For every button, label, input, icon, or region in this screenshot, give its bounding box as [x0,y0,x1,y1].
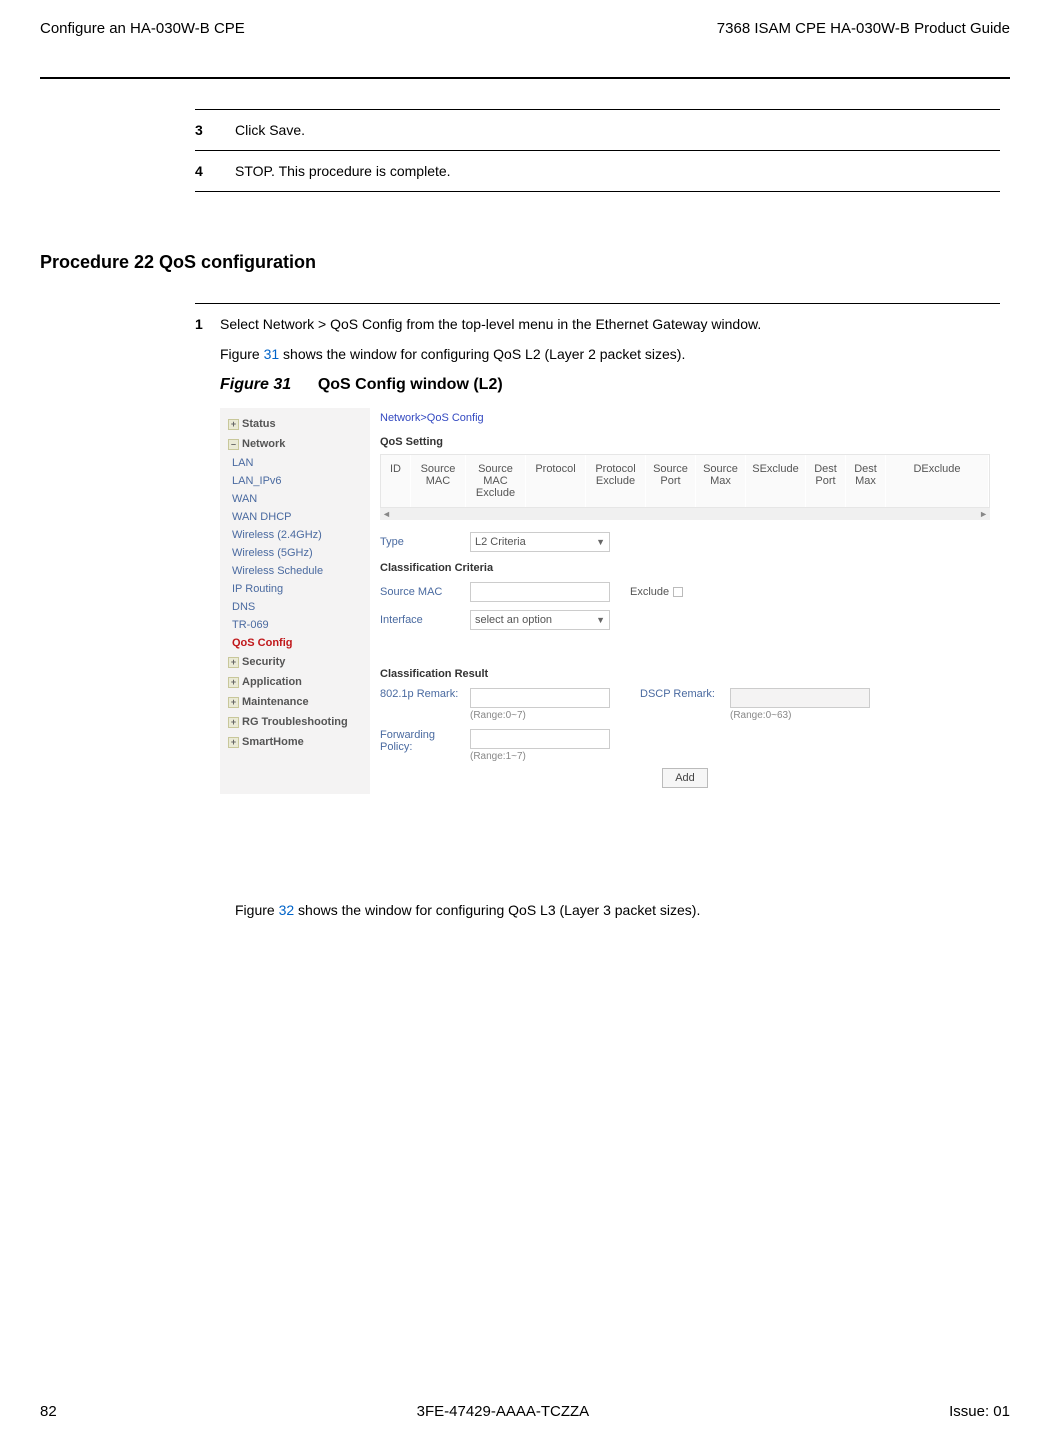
classification-criteria-title: Classification Criteria [380,562,990,574]
step-text: Select Network > QoS Config from the top… [220,316,1000,332]
sidebar-item-wan-dhcp[interactable]: WAN DHCP [220,508,370,526]
sidebar-item-smarthome[interactable]: +SmartHome [220,732,370,752]
step-text: Click Save. [235,122,1000,138]
interface-select[interactable]: select an option ▼ [470,610,610,630]
dscp-input[interactable] [730,688,870,708]
add-button[interactable]: Add [662,768,708,788]
chevron-down-icon: ▼ [596,537,605,547]
forwarding-policy-input[interactable] [470,729,610,749]
sidebar-item-qos-config[interactable]: QoS Config [220,634,370,652]
figure-link-31[interactable]: 31 [264,346,280,362]
col-id: ID [381,455,411,507]
col-protocol-excl: Protocol Exclude [586,455,646,507]
page-number: 82 [40,1403,57,1420]
figure-32-text: Figure 32 shows the window for configuri… [235,902,1010,918]
8021p-input[interactable] [470,688,610,708]
expand-icon: + [228,419,239,430]
sidebar-item-wireless-5[interactable]: Wireless (5GHz) [220,544,370,562]
sidebar-item-security[interactable]: +Security [220,652,370,672]
sidebar-item-tr069[interactable]: TR-069 [220,616,370,634]
step-4: 4 STOP. This procedure is complete. [195,150,1000,192]
figure-title: Figure 31 QoS Config window (L2) [220,376,1000,394]
source-mac-label: Source MAC [380,586,470,598]
col-src-mac-excl: Source MAC Exclude [466,455,526,507]
sidebar-item-wireless-schedule[interactable]: Wireless Schedule [220,562,370,580]
col-dexclude: DExclude [886,455,989,507]
8021p-label: 802.1p Remark: [380,688,470,700]
header-right: 7368 ISAM CPE HA-030W-B Product Guide [717,20,1010,37]
sidebar-item-rg-troubleshooting[interactable]: +RG Troubleshooting [220,712,370,732]
exclude-label: Exclude [630,586,669,598]
sidebar-item-dns[interactable]: DNS [220,598,370,616]
step-text: STOP. This procedure is complete. [235,163,1000,179]
header-left: Configure an HA-030W-B CPE [40,20,245,37]
sidebar-item-ip-routing[interactable]: IP Routing [220,580,370,598]
figure-link-32[interactable]: 32 [279,902,295,918]
doc-code: 3FE-47429-AAAA-TCZZA [417,1403,590,1420]
type-select[interactable]: L2 Criteria ▼ [470,532,610,552]
sidebar-item-lan[interactable]: LAN [220,454,370,472]
dscp-range: (Range:0~63) [730,710,870,721]
step-num: 3 [195,122,235,138]
sidebar-item-maintenance[interactable]: +Maintenance [220,692,370,712]
exclude-checkbox[interactable] [673,587,683,597]
interface-label: Interface [380,614,470,626]
chevron-right-icon: ► [979,509,988,519]
screenshot-qos-config: +Status –Network LAN LAN_IPv6 WAN WAN DH… [220,408,1000,794]
horizontal-scrollbar[interactable]: ◄ ► [380,508,990,520]
issue-number: Issue: 01 [949,1403,1010,1420]
sidebar-item-lan-ipv6[interactable]: LAN_IPv6 [220,472,370,490]
col-dest-max: Dest Max [846,455,886,507]
col-src-port: Source Port [646,455,696,507]
8021p-range: (Range:0~7) [470,710,610,721]
qos-table-header: ID Source MAC Source MAC Exclude Protoco… [380,454,990,508]
classification-result-title: Classification Result [380,668,990,680]
forwarding-policy-label: Forwarding Policy: [380,729,470,753]
main-panel: Network>QoS Config QoS Setting ID Source… [370,408,1000,794]
sidebar: +Status –Network LAN LAN_IPv6 WAN WAN DH… [220,408,370,794]
step-3: 3 Click Save. [195,109,1000,150]
type-label: Type [380,536,470,548]
step-text: Figure 31 shows the window for configuri… [220,346,1000,362]
source-mac-input[interactable] [470,582,610,602]
panel-title: QoS Setting [380,436,990,454]
col-sexclude: SExclude [746,455,806,507]
expand-icon: + [228,697,239,708]
expand-icon: + [228,737,239,748]
breadcrumb: Network>QoS Config [380,408,990,436]
expand-icon: – [228,439,239,450]
col-src-max: Source Max [696,455,746,507]
procedure-title: Procedure 22 QoS configuration [40,252,1010,273]
col-src-mac: Source MAC [411,455,466,507]
step-num: 4 [195,163,235,179]
step-num: 1 [195,316,220,864]
sidebar-item-network[interactable]: –Network [220,434,370,454]
sidebar-item-wireless-24[interactable]: Wireless (2.4GHz) [220,526,370,544]
chevron-down-icon: ▼ [596,615,605,625]
col-protocol: Protocol [526,455,586,507]
chevron-left-icon: ◄ [382,509,391,519]
expand-icon: + [228,657,239,668]
sidebar-item-wan[interactable]: WAN [220,490,370,508]
sidebar-item-status[interactable]: +Status [220,414,370,434]
col-dest-port: Dest Port [806,455,846,507]
expand-icon: + [228,717,239,728]
forwarding-policy-range: (Range:1~7) [470,751,610,762]
dscp-label: DSCP Remark: [640,688,730,700]
expand-icon: + [228,677,239,688]
sidebar-item-application[interactable]: +Application [220,672,370,692]
